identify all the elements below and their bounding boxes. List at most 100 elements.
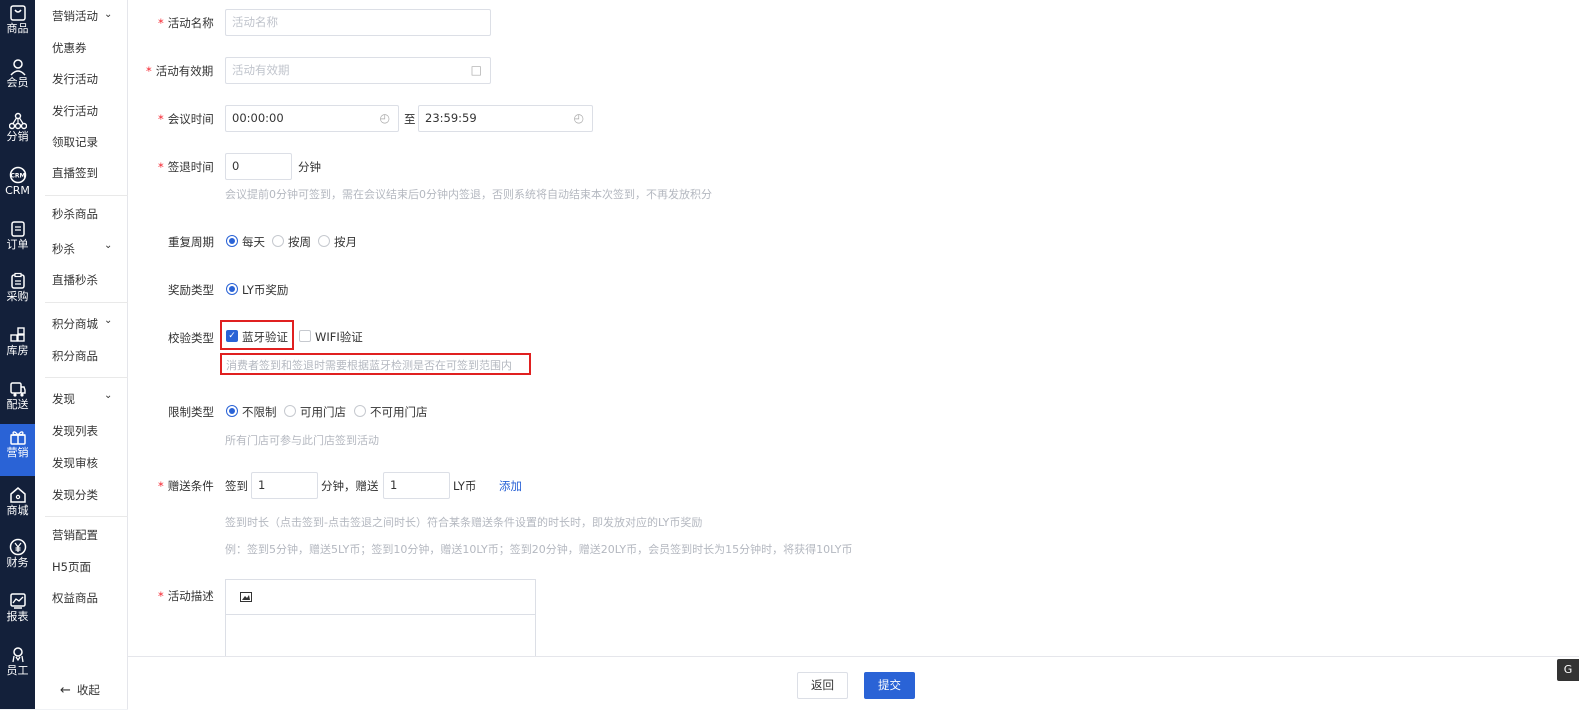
submit-button[interactable]: 提交	[864, 672, 915, 699]
meeting-end-time-input[interactable]: 23:59:59 ◴	[418, 105, 593, 132]
calendar-icon: □	[470, 63, 482, 77]
document-icon	[10, 221, 25, 237]
sub-item-discover-list[interactable]: 发现列表	[52, 424, 98, 438]
gift-minutes-input[interactable]: 1	[251, 472, 318, 499]
primary-nav: 商品 会员 分销 CRM CRM 订单 采购 库房 配送 营销 商城 财务 报表…	[0, 0, 35, 709]
chevron-down-icon[interactable]: ⌄	[104, 9, 112, 20]
nav-item-distribution[interactable]: 分销	[0, 108, 35, 160]
nav-item-crm[interactable]: CRM CRM	[0, 162, 35, 214]
radio-daily-label: 每天	[242, 235, 265, 249]
radio-monthly-label: 按月	[334, 235, 357, 249]
radio-weekly[interactable]	[272, 235, 284, 247]
floating-side-tab[interactable]: G	[1557, 659, 1579, 681]
nav-item-orders[interactable]: 订单	[0, 216, 35, 268]
sub-item-flash-sale-goods[interactable]: 秒杀商品	[52, 207, 98, 221]
checkbox-wifi-label: WIFI验证	[315, 330, 363, 344]
restriction-type-label: 限制类型	[168, 405, 214, 419]
nav-item-warehouse[interactable]: 库房	[0, 322, 35, 374]
restriction-type-hint: 所有门店可参与此门店签到活动	[225, 434, 379, 447]
arrow-left-icon: ←	[60, 683, 71, 698]
radio-monthly[interactable]	[318, 235, 330, 247]
nav-label: 报表	[6, 610, 29, 623]
gift-icon	[9, 431, 26, 445]
sub-item-marketing-activity[interactable]: 营销活动	[52, 9, 98, 23]
back-button[interactable]: 返回	[797, 672, 848, 699]
image-icon[interactable]	[240, 592, 252, 602]
sub-item-discover-category[interactable]: 发现分类	[52, 488, 98, 502]
sub-item-rights-goods[interactable]: 权益商品	[52, 591, 98, 605]
collapse-button[interactable]: ← 收起	[60, 682, 100, 698]
activity-name-label: * 活动名称	[158, 16, 214, 30]
sub-item-live-checkin[interactable]: 直播签到	[52, 166, 98, 180]
gift-coins-input[interactable]: 1	[383, 472, 450, 499]
radio-unavailable-stores[interactable]	[354, 405, 366, 417]
sub-item-issue-activity[interactable]: 发行活动	[52, 72, 98, 86]
radio-unlimited-label: 不限制	[242, 405, 277, 419]
gift-unit: LY币	[453, 479, 477, 493]
chevron-down-icon[interactable]: ⌄	[104, 390, 112, 401]
nav-item-purchase[interactable]: 采购	[0, 268, 35, 320]
bag-icon	[9, 5, 26, 21]
sub-item-issue-activity-2[interactable]: 发行活动	[52, 104, 98, 118]
activity-name-input[interactable]: 活动名称	[225, 9, 491, 36]
clock-icon: ◴	[573, 111, 584, 125]
time-range-separator: 至	[404, 112, 416, 126]
sub-item-points-mall[interactable]: 积分商城	[52, 317, 98, 331]
sub-item-coupon[interactable]: 优惠券	[52, 41, 87, 55]
nav-item-reports[interactable]: 报表	[0, 588, 35, 640]
delivery-icon	[9, 382, 26, 397]
verify-type-hint: 消费者签到和签退时需要根据蓝牙检测是否在可签到范围内	[226, 359, 512, 372]
nav-item-staff[interactable]: 员工	[0, 642, 35, 694]
meeting-start-time-input[interactable]: 00:00:00 ◴	[225, 105, 399, 132]
svg-text:CRM: CRM	[10, 173, 25, 180]
chevron-down-icon[interactable]: ⌄	[104, 240, 112, 251]
gift-mid-text: 分钟，赠送	[321, 479, 379, 493]
gift-condition-example: 例：签到5分钟，赠送5LY币；签到10分钟，赠送10LY币；签到20分钟，赠送2…	[225, 543, 853, 556]
nav-label: 商城	[6, 504, 29, 517]
checkbox-wifi[interactable]	[299, 330, 311, 342]
sub-item-live-flash-sale[interactable]: 直播秒杀	[52, 273, 98, 287]
checkout-minutes-input[interactable]: 0	[225, 153, 292, 180]
nav-item-member[interactable]: 会员	[0, 54, 35, 106]
nav-item-delivery[interactable]: 配送	[0, 376, 35, 428]
gift-condition-hint: 签到时长（点击签到-点击签退之间时长）符合某条赠送条件设置的时长时，即发放对应的…	[225, 516, 703, 529]
sub-item-discover[interactable]: 发现	[52, 392, 75, 406]
nav-label: 营销	[6, 446, 29, 459]
radio-weekly-label: 按周	[288, 235, 311, 249]
activity-period-input[interactable]: 活动有效期 □	[225, 57, 491, 84]
nav-item-marketing[interactable]: 营销	[0, 424, 35, 476]
checkbox-bluetooth-label: 蓝牙验证	[242, 330, 288, 344]
sub-item-discover-review[interactable]: 发现审核	[52, 456, 98, 470]
form-area: * 活动名称 活动名称 * 活动有效期 活动有效期 □ * 会议时间 00:00:00 ◴…	[128, 0, 1579, 709]
reward-type-label: 奖励类型	[168, 283, 214, 297]
sub-item-claim-records[interactable]: 领取记录	[52, 135, 98, 149]
minutes-unit: 分钟	[298, 160, 321, 174]
nav-label: 分销	[6, 130, 29, 143]
nav-item-finance[interactable]: 财务	[0, 534, 35, 586]
warehouse-icon	[9, 327, 25, 342]
chevron-down-icon[interactable]: ⌄	[104, 315, 112, 326]
form-footer: 返回 提交	[128, 656, 1579, 710]
sub-item-marketing-config[interactable]: 营销配置	[52, 528, 98, 542]
nav-label: CRM	[5, 184, 30, 197]
add-condition-link[interactable]: 添加	[499, 478, 522, 494]
radio-ly-coin-reward-label: LY币奖励	[242, 283, 289, 297]
nav-label: 配送	[6, 398, 29, 411]
sub-item-h5-page[interactable]: H5页面	[52, 560, 91, 574]
radio-available-stores[interactable]	[284, 405, 296, 417]
nav-label: 库房	[6, 344, 29, 357]
nav-item-mall[interactable]: 商城	[0, 482, 35, 534]
radio-daily[interactable]	[226, 235, 238, 247]
gift-condition-label: * 赠送条件	[158, 479, 214, 493]
checkbox-bluetooth[interactable]: ✓	[226, 330, 238, 342]
sub-item-points-goods[interactable]: 积分商品	[52, 349, 98, 363]
editor-toolbar	[226, 580, 535, 615]
radio-available-stores-label: 可用门店	[300, 405, 346, 419]
nav-label: 财务	[6, 556, 29, 569]
nav-item-goods[interactable]: 商品	[0, 0, 35, 52]
radio-unavailable-stores-label: 不可用门店	[370, 405, 428, 419]
radio-ly-coin-reward[interactable]	[226, 283, 238, 295]
repeat-cycle-label: 重复周期	[168, 235, 214, 249]
sub-item-flash-sale[interactable]: 秒杀	[52, 242, 75, 256]
radio-unlimited[interactable]	[226, 405, 238, 417]
